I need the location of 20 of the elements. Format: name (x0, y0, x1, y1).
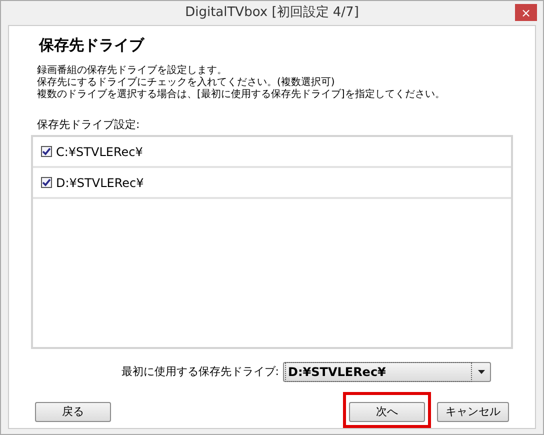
list-item[interactable]: C:¥STVLERec¥ (33, 137, 511, 168)
dialog-button[interactable]: キャンセル (437, 402, 509, 422)
combo-label: 最初に使用する保存先ドライブ: (121, 364, 279, 380)
check-icon (42, 147, 51, 156)
dialog-button[interactable]: 次へ (349, 402, 425, 422)
close-button[interactable]: × (515, 4, 537, 21)
drive-path: D:¥STVLERec¥ (56, 174, 144, 192)
description-text: 複数のドライブを選択する場合は、[最初に使用する保存先ドライブ]を指定してください。 (37, 88, 446, 100)
page-heading: 保存先ドライブ (39, 35, 146, 56)
checkbox[interactable] (41, 146, 52, 157)
check-icon (42, 178, 51, 187)
window-title: DigitalTVbox [初回設定 4/7] (185, 4, 359, 22)
caret-icon (478, 370, 485, 374)
list-item[interactable]: D:¥STVLERec¥ (33, 168, 511, 199)
description-text: 保存先にするドライブにチェックを入れてください。(複数選択可) (37, 76, 336, 88)
description-text: 録画番組の保存先ドライブを設定します。 (37, 64, 228, 76)
dialog-button[interactable]: 戻る (35, 402, 111, 422)
checkbox[interactable] (41, 177, 52, 188)
list-label: 保存先ドライブ設定: (37, 116, 141, 132)
drive-path: C:¥STVLERec¥ (56, 144, 143, 160)
